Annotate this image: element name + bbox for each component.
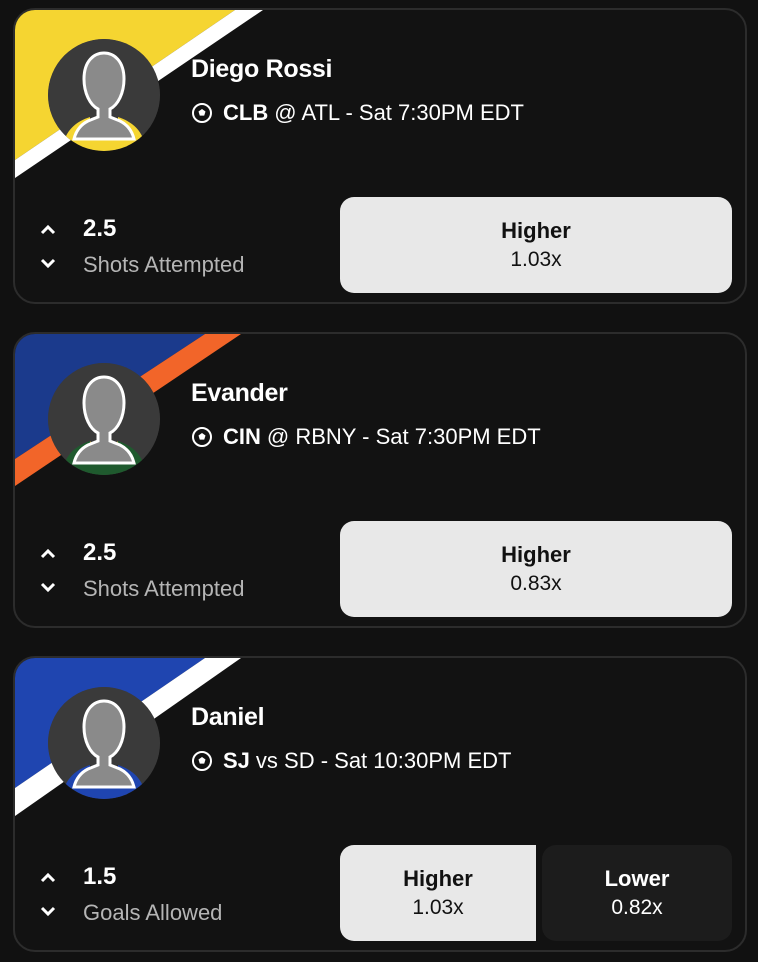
line-toggle[interactable] xyxy=(39,870,57,920)
player-name: Diego Rossi xyxy=(191,55,333,83)
player-silhouette-icon xyxy=(48,39,160,151)
player-silhouette-icon xyxy=(48,687,160,799)
higher-button[interactable]: Higher 1.03x xyxy=(340,845,536,941)
pick-label: Higher xyxy=(501,218,571,243)
chevron-down-icon xyxy=(40,906,56,917)
game-info: @ RBNY - Sat 7:30PM EDT xyxy=(266,424,541,449)
soccer-ball-icon xyxy=(192,751,212,771)
pick-label: Higher xyxy=(501,542,571,567)
chevron-down-icon xyxy=(40,258,56,269)
line-toggle[interactable] xyxy=(39,546,57,596)
pick-label: Lower xyxy=(604,866,670,891)
player-avatar xyxy=(48,687,160,799)
player-name: Evander xyxy=(191,379,288,407)
player-name: Daniel xyxy=(191,703,265,731)
chevron-up-icon xyxy=(40,548,56,559)
line-value: 1.5 xyxy=(83,863,117,890)
higher-button[interactable]: Higher 0.83x xyxy=(340,521,732,617)
game-info: @ ATL - Sat 7:30PM EDT xyxy=(274,100,524,125)
chevron-down-icon xyxy=(40,582,56,593)
stat-name: Shots Attempted xyxy=(83,252,245,277)
player-avatar xyxy=(48,363,160,475)
pick-multiplier: 1.03x xyxy=(412,896,464,919)
stat-name: Goals Allowed xyxy=(83,900,223,925)
soccer-ball-icon xyxy=(192,103,212,123)
team-abbr: CIN xyxy=(223,424,261,449)
higher-button[interactable]: Higher 1.03x xyxy=(340,197,732,293)
soccer-ball-icon xyxy=(192,427,212,447)
player-silhouette-icon xyxy=(48,363,160,475)
pick-label: Higher xyxy=(403,866,473,891)
line-value: 2.5 xyxy=(83,215,117,242)
stat-name: Shots Attempted xyxy=(83,576,245,601)
pick-multiplier: 0.83x xyxy=(510,572,562,595)
pick-multiplier: 0.82x xyxy=(611,896,663,919)
matchup-info: CLB @ ATL - Sat 7:30PM EDT xyxy=(191,100,524,126)
line-toggle[interactable] xyxy=(39,222,57,272)
player-avatar xyxy=(48,39,160,151)
player-card[interactable]: Diego Rossi CLB @ ATL - Sat 7:30PM EDT 2… xyxy=(13,8,747,304)
chevron-up-icon xyxy=(40,224,56,235)
chevron-up-icon xyxy=(40,872,56,883)
player-card[interactable]: Daniel SJ vs SD - Sat 10:30PM EDT 1.5 Go… xyxy=(13,656,747,952)
team-abbr: SJ xyxy=(223,748,250,773)
pick-multiplier: 1.03x xyxy=(510,248,562,271)
team-abbr: CLB xyxy=(223,100,269,125)
matchup-info: SJ vs SD - Sat 10:30PM EDT xyxy=(191,748,511,774)
player-card[interactable]: Evander CIN @ RBNY - Sat 7:30PM EDT 2.5 … xyxy=(13,332,747,628)
game-info: vs SD - Sat 10:30PM EDT xyxy=(255,748,512,773)
lower-button[interactable]: Lower 0.82x xyxy=(542,845,732,941)
line-value: 2.5 xyxy=(83,539,117,566)
matchup-info: CIN @ RBNY - Sat 7:30PM EDT xyxy=(191,424,541,450)
